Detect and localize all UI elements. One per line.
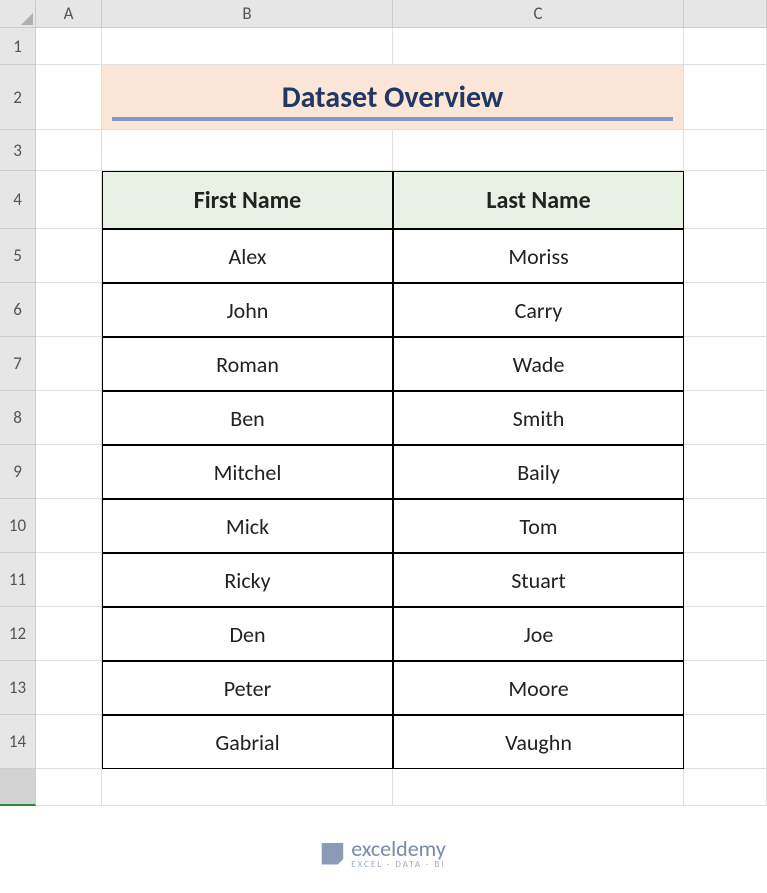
cell-d8[interactable] bbox=[684, 391, 767, 445]
cell-a2[interactable] bbox=[36, 65, 102, 130]
cell-d9[interactable] bbox=[684, 445, 767, 499]
cell-b1[interactable] bbox=[102, 28, 393, 65]
col-header-blank[interactable] bbox=[684, 0, 767, 28]
cell-c7[interactable]: Wade bbox=[393, 337, 684, 391]
cell-d11[interactable] bbox=[684, 553, 767, 607]
row-header-15[interactable] bbox=[0, 769, 36, 806]
cell-a1[interactable] bbox=[36, 28, 102, 65]
spreadsheet-grid: A B C 1 2 Dataset Overview 3 4 First Nam… bbox=[0, 0, 767, 806]
cell-a14[interactable] bbox=[36, 715, 102, 769]
cell-c5[interactable]: Moriss bbox=[393, 229, 684, 283]
cell-d1[interactable] bbox=[684, 28, 767, 65]
watermark-icon bbox=[321, 843, 343, 865]
title-underline bbox=[112, 117, 673, 121]
cell-c10[interactable]: Tom bbox=[393, 499, 684, 553]
watermark-tag: EXCEL · DATA · BI bbox=[351, 860, 446, 869]
cell-d6[interactable] bbox=[684, 283, 767, 337]
cell-d3[interactable] bbox=[684, 130, 767, 171]
cell-c14[interactable]: Vaughn bbox=[393, 715, 684, 769]
row-header-12[interactable]: 12 bbox=[0, 607, 36, 661]
cell-c8[interactable]: Smith bbox=[393, 391, 684, 445]
row-header-2[interactable]: 2 bbox=[0, 65, 36, 130]
row-header-9[interactable]: 9 bbox=[0, 445, 36, 499]
cell-c11[interactable]: Stuart bbox=[393, 553, 684, 607]
cell-a11[interactable] bbox=[36, 553, 102, 607]
row-header-1[interactable]: 1 bbox=[0, 28, 36, 65]
cell-b7[interactable]: Roman bbox=[102, 337, 393, 391]
header-last-name[interactable]: Last Name bbox=[393, 171, 684, 229]
row-header-5[interactable]: 5 bbox=[0, 229, 36, 283]
cell-b15[interactable] bbox=[102, 769, 393, 806]
cell-b6[interactable]: John bbox=[102, 283, 393, 337]
cell-d7[interactable] bbox=[684, 337, 767, 391]
title-text: Dataset Overview bbox=[282, 79, 504, 116]
row-header-11[interactable]: 11 bbox=[0, 553, 36, 607]
cell-a8[interactable] bbox=[36, 391, 102, 445]
cell-b9[interactable]: Mitchel bbox=[102, 445, 393, 499]
cell-b5[interactable]: Alex bbox=[102, 229, 393, 283]
cell-c6[interactable]: Carry bbox=[393, 283, 684, 337]
cell-a12[interactable] bbox=[36, 607, 102, 661]
col-header-a[interactable]: A bbox=[36, 0, 102, 28]
cell-d10[interactable] bbox=[684, 499, 767, 553]
row-header-14[interactable]: 14 bbox=[0, 715, 36, 769]
cell-a15[interactable] bbox=[36, 769, 102, 806]
cell-b13[interactable]: Peter bbox=[102, 661, 393, 715]
cell-a4[interactable] bbox=[36, 171, 102, 229]
cell-b10[interactable]: Mick bbox=[102, 499, 393, 553]
cell-d4[interactable] bbox=[684, 171, 767, 229]
row-header-7[interactable]: 7 bbox=[0, 337, 36, 391]
cell-b12[interactable]: Den bbox=[102, 607, 393, 661]
cell-b11[interactable]: Ricky bbox=[102, 553, 393, 607]
cell-c12[interactable]: Joe bbox=[393, 607, 684, 661]
cell-c15[interactable] bbox=[393, 769, 684, 806]
cell-c9[interactable]: Baily bbox=[393, 445, 684, 499]
watermark: exceldemy EXCEL · DATA · BI bbox=[321, 838, 446, 869]
cell-a13[interactable] bbox=[36, 661, 102, 715]
cell-b3[interactable] bbox=[102, 130, 393, 171]
cell-c1[interactable] bbox=[393, 28, 684, 65]
cell-d13[interactable] bbox=[684, 661, 767, 715]
row-header-3[interactable]: 3 bbox=[0, 130, 36, 171]
cell-a6[interactable] bbox=[36, 283, 102, 337]
row-header-4[interactable]: 4 bbox=[0, 171, 36, 229]
cell-a7[interactable] bbox=[36, 337, 102, 391]
watermark-text: exceldemy EXCEL · DATA · BI bbox=[351, 838, 446, 869]
cell-b8[interactable]: Ben bbox=[102, 391, 393, 445]
watermark-brand: exceldemy bbox=[351, 838, 446, 860]
cell-a5[interactable] bbox=[36, 229, 102, 283]
cell-a10[interactable] bbox=[36, 499, 102, 553]
cell-a3[interactable] bbox=[36, 130, 102, 171]
cell-d2[interactable] bbox=[684, 65, 767, 130]
header-first-name[interactable]: First Name bbox=[102, 171, 393, 229]
cell-c3[interactable] bbox=[393, 130, 684, 171]
row-header-8[interactable]: 8 bbox=[0, 391, 36, 445]
cell-d5[interactable] bbox=[684, 229, 767, 283]
col-header-b[interactable]: B bbox=[102, 0, 393, 28]
cell-a9[interactable] bbox=[36, 445, 102, 499]
cell-d14[interactable] bbox=[684, 715, 767, 769]
row-header-13[interactable]: 13 bbox=[0, 661, 36, 715]
title-cell[interactable]: Dataset Overview bbox=[102, 65, 684, 130]
cell-b14[interactable]: Gabrial bbox=[102, 715, 393, 769]
cell-c13[interactable]: Moore bbox=[393, 661, 684, 715]
col-header-c[interactable]: C bbox=[393, 0, 684, 28]
cell-d12[interactable] bbox=[684, 607, 767, 661]
cell-d15[interactable] bbox=[684, 769, 767, 806]
select-all-corner[interactable] bbox=[0, 0, 36, 28]
row-header-6[interactable]: 6 bbox=[0, 283, 36, 337]
row-header-10[interactable]: 10 bbox=[0, 499, 36, 553]
